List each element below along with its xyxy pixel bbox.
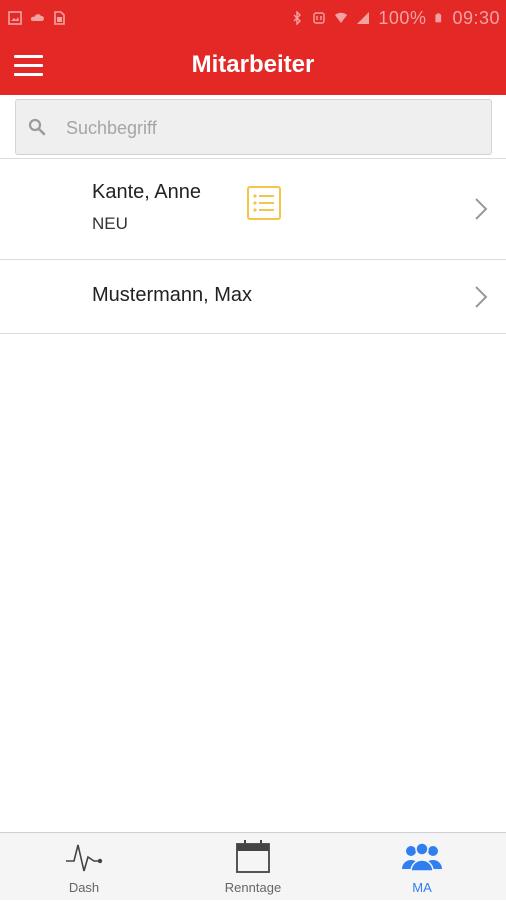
status-system: 100% 09:30 (290, 8, 500, 29)
list-item[interactable]: Kante, Anne NEU (0, 159, 506, 260)
chevron-right-icon (475, 198, 488, 220)
tab-dash[interactable]: Dash (0, 833, 168, 901)
status-time: 09:30 (452, 7, 500, 28)
battery-icon (435, 13, 442, 23)
search-icon (28, 118, 46, 136)
employee-list: Kante, Anne NEU Mustermann, Max (0, 159, 506, 334)
search-input[interactable] (64, 100, 488, 156)
employee-name: Mustermann, Max (92, 284, 253, 306)
tab-label: Renntage (224, 880, 282, 895)
image-icon (8, 11, 22, 25)
list-item[interactable]: Mustermann, Max (0, 260, 506, 334)
hamburger-line (14, 64, 43, 67)
nfc-icon (313, 12, 326, 24)
people-icon (402, 842, 442, 872)
chevron-right-icon (475, 286, 488, 308)
app-bar: Mitarbeiter (0, 36, 506, 95)
cloud-icon (30, 14, 44, 21)
status-notifications (8, 11, 66, 25)
sim-icon (54, 11, 65, 25)
bottom-tab-bar: Dash Renntage MA (0, 832, 506, 900)
status-bar: 100% 09:30 (0, 0, 506, 36)
tab-renntage[interactable]: Renntage (169, 833, 337, 901)
signal-icon (357, 12, 370, 24)
tab-ma[interactable]: MA (338, 833, 506, 901)
document-list-icon (247, 186, 281, 220)
calendar-icon (236, 840, 270, 873)
employee-name: Kante, Anne (92, 181, 201, 203)
search-box[interactable] (15, 99, 492, 156)
page-title: Mitarbeiter (191, 51, 315, 78)
tab-label: Dash (68, 880, 100, 895)
menu-button[interactable] (8, 44, 50, 86)
battery-percent: 100% (378, 7, 427, 28)
wifi-icon (335, 12, 348, 23)
tab-label: MA (412, 880, 432, 895)
hamburger-menu-icon (14, 55, 43, 58)
bluetooth-icon (293, 11, 302, 25)
employee-status: NEU (92, 214, 128, 233)
pulse-icon (66, 844, 103, 872)
search-bar (0, 95, 506, 159)
hamburger-line (14, 73, 43, 76)
